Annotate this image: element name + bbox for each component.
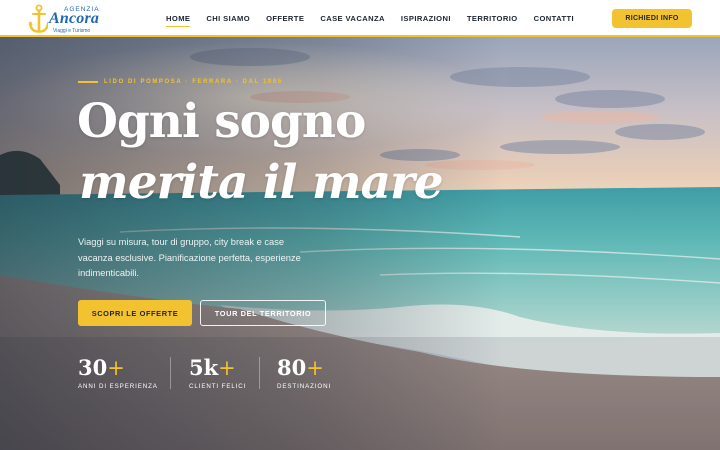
nav-item-case-vacanza[interactable]: CASE VACANZA (320, 14, 385, 23)
nav-item-ispirazioni[interactable]: ISPIRAZIONI (401, 14, 451, 23)
nav-item-home[interactable]: HOME (166, 14, 191, 27)
stat-divider (170, 357, 171, 389)
stat-suffix: + (218, 356, 236, 380)
stat-value: 30+ (78, 357, 158, 379)
logo[interactable]: AGENZIA Ancora Viaggi e Turismo (28, 4, 108, 34)
stat-suffix: + (107, 356, 125, 380)
stat-value: 80+ (277, 357, 331, 379)
hero-title-line-1: Ogni sogno (77, 94, 366, 149)
anchor-icon (28, 4, 48, 33)
hero-section: LIDO DI POMPOSA · FERRARA · DAL 1995 Ogn… (0, 37, 720, 450)
discover-offers-button[interactable]: SCOPRI LE OFFERTE (78, 300, 192, 326)
logo-brand-name: Ancora (49, 10, 100, 27)
nav-item-territorio[interactable]: TERRITORIO (467, 14, 518, 23)
stat-label: DESTINAZIONI (277, 383, 332, 390)
stat-number: 80 (277, 355, 307, 380)
stat-number: 5k (189, 355, 219, 380)
stat-label: ANNI DI ESPERIENZA (78, 383, 158, 390)
request-info-button[interactable]: RICHIEDI INFO (612, 9, 692, 28)
hero-eyebrow-text: LIDO DI POMPOSA · FERRARA · DAL 1995 (104, 79, 283, 85)
stat-divider (259, 357, 260, 389)
stat-value: 5k+ (189, 357, 246, 379)
logo-tagline: Viaggi e Turismo (53, 28, 91, 34)
hero-title-line-2: merita il mare (79, 155, 444, 210)
territory-tour-button[interactable]: TOUR DEL TERRITORIO (200, 300, 326, 326)
stat-number: 30 (78, 355, 108, 380)
hero-description: Viaggi su misura, tour di gruppo, city b… (78, 237, 301, 278)
stat-experience: 30+ ANNI DI ESPERIENZA (78, 357, 158, 390)
stat-destinations: 80+ DESTINAZIONI (277, 357, 331, 390)
nav-item-chi-siamo[interactable]: CHI SIAMO (206, 14, 250, 23)
main-nav: HOME CHI SIAMO OFFERTE CASE VACANZA ISPI… (166, 0, 590, 37)
stat-suffix: + (306, 356, 324, 380)
stat-clients: 5k+ CLIENTI FELICI (189, 357, 246, 390)
hero-eyebrow: LIDO DI POMPOSA · FERRARA · DAL 1995 (78, 79, 283, 85)
nav-item-contatti[interactable]: CONTATTI (534, 14, 574, 23)
nav-item-offerte[interactable]: OFFERTE (266, 14, 304, 23)
stat-label: CLIENTI FELICI (189, 383, 247, 390)
eyebrow-line (78, 81, 98, 83)
site-header: AGENZIA Ancora Viaggi e Turismo HOME CHI… (0, 0, 720, 37)
